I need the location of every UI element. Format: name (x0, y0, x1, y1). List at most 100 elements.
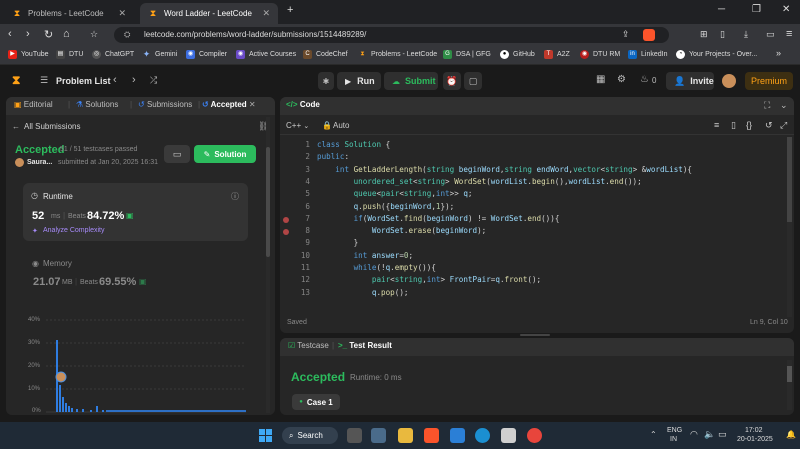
submit-button[interactable]: ☁ Submit (384, 72, 438, 90)
windows-start-icon[interactable] (258, 428, 273, 443)
bookmark-compiler[interactable]: ◉ Compiler (186, 50, 227, 59)
test-panel-scrollbar[interactable] (787, 360, 792, 410)
bookmark-your-projects[interactable]: ◔ Your Projects - Over... (676, 50, 757, 59)
volume-icon[interactable]: 🔈 (704, 429, 715, 440)
your-submission-marker[interactable] (55, 371, 67, 383)
tab-submissions[interactable]: ↺ Submissions (138, 100, 192, 109)
browser-tab-problems[interactable]: ⧗ Problems - LeetCode ✕ (4, 3, 134, 24)
sidebar-icon[interactable]: ▯ (720, 29, 725, 40)
menu-icon[interactable]: ≡ (786, 28, 792, 40)
editorial-button[interactable]: ▭ (164, 145, 190, 163)
prev-problem-icon[interactable]: ‹ (113, 74, 117, 86)
settings-gear-icon[interactable]: ⚙ (617, 74, 626, 85)
next-problem-icon[interactable]: › (132, 74, 136, 86)
expand-icon[interactable]: ⌄ (780, 100, 788, 111)
wallet-icon[interactable]: ▭ (766, 29, 775, 40)
extensions-icon[interactable]: ⊞ (700, 29, 708, 40)
back-arrow-icon[interactable]: ← (12, 122, 20, 131)
shuffle-icon[interactable]: ⤮ (150, 75, 157, 86)
fullscreen-icon[interactable]: ⤢ (780, 120, 787, 131)
language-select[interactable]: C++ ⌄ (286, 121, 309, 130)
edge-icon[interactable] (475, 428, 490, 443)
tab-solutions[interactable]: ⚗ Solutions (76, 100, 118, 109)
brave-shield-icon[interactable] (643, 29, 655, 41)
reload-icon[interactable]: ↻ (44, 28, 53, 41)
input-region[interactable]: IN (670, 436, 677, 443)
reset-icon[interactable]: ↺ (765, 120, 773, 131)
bookmark-chatgpt[interactable]: ◎ ChatGPT (92, 50, 134, 59)
tab-accepted[interactable]: ↺ Accepted ✕ (202, 100, 256, 109)
debug-button[interactable]: ✱ (318, 72, 334, 90)
tab-test-result[interactable]: >_ Test Result (338, 341, 392, 350)
code-editor[interactable]: 1 class Solution { 2 public: 3 int GetLadd… (280, 140, 790, 312)
braces-icon[interactable]: {} (746, 120, 752, 130)
bookmark-gemini[interactable]: ✦ Gemini (142, 50, 177, 59)
bookmark-a2z[interactable]: T A2Z (544, 50, 570, 59)
code-tab[interactable]: </> Code (286, 100, 320, 109)
downloads-icon[interactable]: ⤓ (744, 29, 748, 40)
bookmark-dtu-rm[interactable]: ◉ DTU RM (580, 50, 620, 59)
close-tab-icon[interactable]: ✕ (249, 100, 256, 109)
bookmark-active-courses[interactable]: ◉ Active Courses (236, 50, 296, 59)
streak-fire-icon[interactable]: ♨ (640, 74, 649, 85)
minimize-icon[interactable]: ─ (718, 4, 725, 15)
info-icon[interactable]: ⓘ (231, 191, 239, 202)
layout-icon[interactable]: ▦ (596, 74, 605, 85)
auto-mode[interactable]: Auto (333, 121, 349, 130)
share-icon[interactable]: ⇪ (622, 29, 630, 40)
bookmark-star-icon[interactable]: ☆ (90, 29, 98, 40)
case-1-button[interactable]: ● Case 1 (292, 394, 340, 410)
widgets-icon[interactable] (371, 428, 386, 443)
forward-icon[interactable]: › (26, 28, 30, 40)
bookmark-github[interactable]: ● GitHub (500, 50, 535, 59)
bookmark-dtu[interactable]: ▤ DTU (56, 50, 83, 59)
maximize-panel-icon[interactable]: ⛶ (764, 100, 770, 111)
submitter-name[interactable]: Saura... (27, 159, 52, 166)
timer-button[interactable]: ⏰ (443, 72, 461, 90)
problem-list-link[interactable]: Problem List (56, 76, 111, 86)
close-icon[interactable]: ✕ (118, 8, 126, 19)
browser-tab-word-ladder[interactable]: ⧗ Word Ladder - LeetCode ✕ (140, 3, 278, 24)
home-icon[interactable]: ⌂ (63, 28, 70, 40)
notification-bell-icon[interactable]: 🔔 (786, 430, 796, 439)
battery-icon[interactable]: ▭ (718, 429, 727, 440)
bookmark-linkedin[interactable]: in LinkedIn (628, 50, 667, 59)
tab-editorial[interactable]: ▣ Editorial (14, 100, 53, 109)
close-icon[interactable]: ✕ (262, 8, 270, 19)
list-icon[interactable]: ☰ (40, 75, 48, 86)
task-view-icon[interactable] (347, 428, 362, 443)
bookmark-youtube[interactable]: ▶ YouTube (8, 50, 49, 59)
bookmark-icon[interactable]: ▯ (731, 120, 736, 131)
clock-time[interactable]: 17:02 (745, 427, 763, 434)
premium-button[interactable]: Premium (745, 72, 793, 90)
more-bookmarks-icon[interactable]: » (776, 48, 781, 58)
all-submissions-link[interactable]: All Submissions (24, 122, 80, 131)
site-info-icon[interactable]: ⛭ (124, 27, 130, 43)
tray-chevron-icon[interactable]: ⌃ (650, 430, 657, 439)
format-icon[interactable]: ≡ (714, 120, 719, 130)
vscode-icon[interactable] (450, 428, 465, 443)
back-icon[interactable]: ‹ (8, 28, 12, 40)
solution-button[interactable]: ✎ Solution (194, 145, 256, 163)
clock-date[interactable]: 20-01-2025 (737, 436, 773, 443)
input-language[interactable]: ENG (667, 427, 682, 434)
run-button[interactable]: ▶ Run (337, 72, 381, 90)
wifi-icon[interactable]: ◠ (690, 429, 698, 440)
bookmark-problems-leetcode[interactable]: ⧗ Problems - LeetCode (358, 50, 437, 59)
new-tab-button[interactable]: + (287, 4, 293, 16)
taskbar-search[interactable]: ⌕ Search (282, 427, 338, 444)
notes-button[interactable]: ▢ (464, 72, 482, 90)
tab-testcase[interactable]: ☑ Testcase (288, 341, 329, 350)
analyze-complexity-link[interactable]: Analyze Complexity (43, 227, 104, 234)
panel-resize-handle[interactable] (276, 97, 279, 415)
leetcode-logo-icon[interactable]: ⧗ (12, 73, 20, 88)
runtime-card[interactable]: ◷ Runtime ⓘ 52 ms | Beats 84.72% ▣ ✦ Ana… (23, 183, 248, 241)
editor-scrollbar[interactable] (787, 137, 792, 317)
bookmark-codechef[interactable]: C CodeChef (303, 50, 348, 59)
store-icon[interactable] (501, 428, 516, 443)
chrome-icon[interactable] (527, 428, 542, 443)
scrollbar[interactable] (266, 117, 270, 413)
avatar[interactable] (722, 74, 736, 88)
maximize-icon[interactable]: ❐ (752, 4, 761, 15)
invite-button[interactable]: 👤 Invite (666, 72, 714, 90)
